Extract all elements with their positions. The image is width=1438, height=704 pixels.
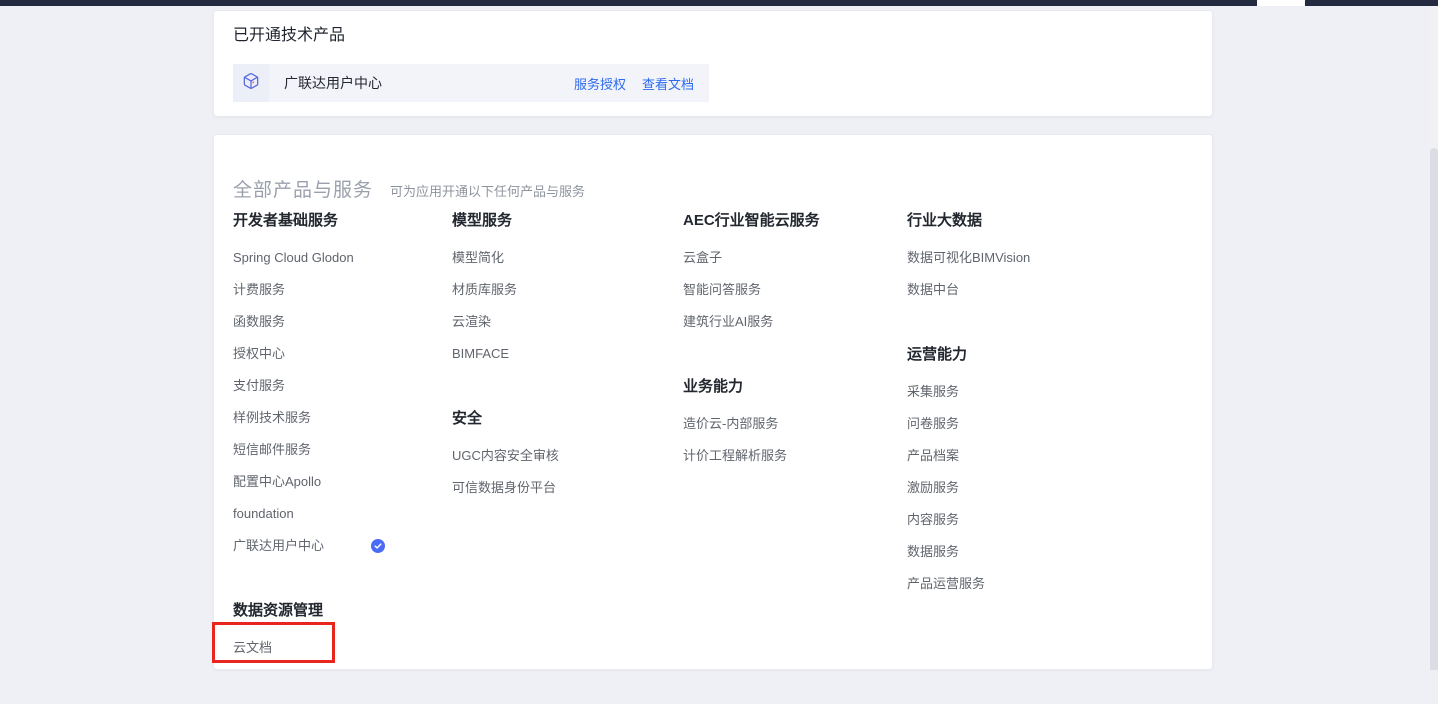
opened-products-title: 已开通技术产品 (233, 26, 345, 45)
view-docs-link[interactable]: 查看文档 (642, 74, 694, 93)
product-item[interactable]: UGC内容安全审核 (452, 448, 664, 480)
product-item[interactable]: 数据服务 (907, 544, 1119, 576)
category-header: 业务能力 (683, 378, 895, 416)
category-header: AEC行业智能云服务 (683, 212, 895, 250)
activated-check-icon (371, 539, 385, 553)
product-item[interactable]: 计价工程解析服务 (683, 448, 895, 480)
category-block: 模型服务模型简化材质库服务云渲染BIMFACE (452, 212, 664, 378)
cube-icon (241, 71, 261, 96)
opened-product-row: 广联达用户中心 服务授权 查看文档 (233, 64, 709, 102)
category-block: 数据资源管理云文档 (233, 602, 445, 672)
product-item[interactable]: 材质库服务 (452, 282, 664, 314)
category-block: 行业大数据数据可视化BIMVision数据中台 (907, 212, 1119, 314)
product-item[interactable]: 数据可视化BIMVision (907, 250, 1119, 282)
product-item[interactable]: 造价云-内部服务 (683, 416, 895, 448)
opened-products-card: 已开通技术产品 广联达用户中心 服务授权 查看文档 (213, 10, 1213, 117)
product-item[interactable]: BIMFACE (452, 346, 664, 378)
category-block: AEC行业智能云服务云盒子智能问答服务建筑行业AI服务 (683, 212, 895, 346)
product-item[interactable]: 样例技术服务 (233, 410, 445, 442)
category-block: 运营能力采集服务问卷服务产品档案激励服务内容服务数据服务产品运营服务 (907, 346, 1119, 608)
product-item[interactable]: 授权中心 (233, 346, 445, 378)
product-item[interactable]: 支付服务 (233, 378, 445, 410)
product-item[interactable]: 问卷服务 (907, 416, 1119, 448)
category-header: 行业大数据 (907, 212, 1119, 250)
product-item[interactable]: 产品档案 (907, 448, 1119, 480)
product-item[interactable]: 产品运营服务 (907, 576, 1119, 608)
product-item[interactable]: foundation (233, 506, 445, 538)
product-column-2: 模型服务模型简化材质库服务云渲染BIMFACE 安全UGC内容安全审核可信数据身份… (452, 212, 664, 544)
category-header: 模型服务 (452, 212, 664, 250)
product-item[interactable]: 内容服务 (907, 512, 1119, 544)
product-item[interactable]: 云盒子 (683, 250, 895, 282)
all-products-subtitle: 可为应用开通以下任何产品与服务 (390, 181, 585, 200)
category-header: 安全 (452, 410, 664, 448)
product-item[interactable]: 模型简化 (452, 250, 664, 282)
product-column-1: 开发者基础服务Spring Cloud Glodon计费服务函数服务授权中心支付… (233, 212, 445, 704)
product-column-4: 行业大数据数据可视化BIMVision数据中台运营能力采集服务问卷服务产品档案激… (907, 212, 1119, 640)
product-item[interactable]: 激励服务 (907, 480, 1119, 512)
product-item[interactable]: 云渲染 (452, 314, 664, 346)
all-products-heading: 全部产品与服务 可为应用开通以下任何产品与服务 (233, 175, 585, 202)
product-item[interactable]: 短信邮件服务 (233, 442, 445, 474)
opened-product-name: 广联达用户中心 (284, 73, 382, 93)
product-item[interactable]: 数据中台 (907, 282, 1119, 314)
all-products-title: 全部产品与服务 (233, 175, 373, 202)
all-products-card: 全部产品与服务 可为应用开通以下任何产品与服务 开发者基础服务Spring Cl… (213, 134, 1213, 670)
product-column-3: AEC行业智能云服务云盒子智能问答服务建筑行业AI服务业务能力造价云-内部服务计… (683, 212, 895, 512)
product-item[interactable]: 广联达用户中心 (233, 538, 445, 570)
product-item[interactable]: 可信数据身份平台 (452, 480, 664, 512)
scrollbar-thumb[interactable] (1430, 148, 1438, 670)
category-block: 业务能力造价云-内部服务计价工程解析服务 (683, 378, 895, 480)
category-header: 开发者基础服务 (233, 212, 445, 250)
category-header: 运营能力 (907, 346, 1119, 384)
product-item[interactable]: 函数服务 (233, 314, 445, 346)
product-item[interactable]: 智能问答服务 (683, 282, 895, 314)
service-authorization-link[interactable]: 服务授权 (574, 74, 626, 93)
product-item[interactable]: 建筑行业AI服务 (683, 314, 895, 346)
product-item[interactable]: 采集服务 (907, 384, 1119, 416)
product-item[interactable]: 计费服务 (233, 282, 445, 314)
category-header: 数据资源管理 (233, 602, 445, 640)
top-bar-gap (1257, 0, 1305, 6)
category-block: 开发者基础服务Spring Cloud Glodon计费服务函数服务授权中心支付… (233, 212, 445, 570)
product-item[interactable]: Spring Cloud Glodon (233, 250, 445, 282)
product-item[interactable]: 配置中心Apollo (233, 474, 445, 506)
product-item[interactable]: 云文档 (233, 640, 445, 672)
product-icon-cell (233, 64, 269, 102)
browser-top-bar (0, 0, 1438, 6)
category-block: 安全UGC内容安全审核可信数据身份平台 (452, 410, 664, 512)
